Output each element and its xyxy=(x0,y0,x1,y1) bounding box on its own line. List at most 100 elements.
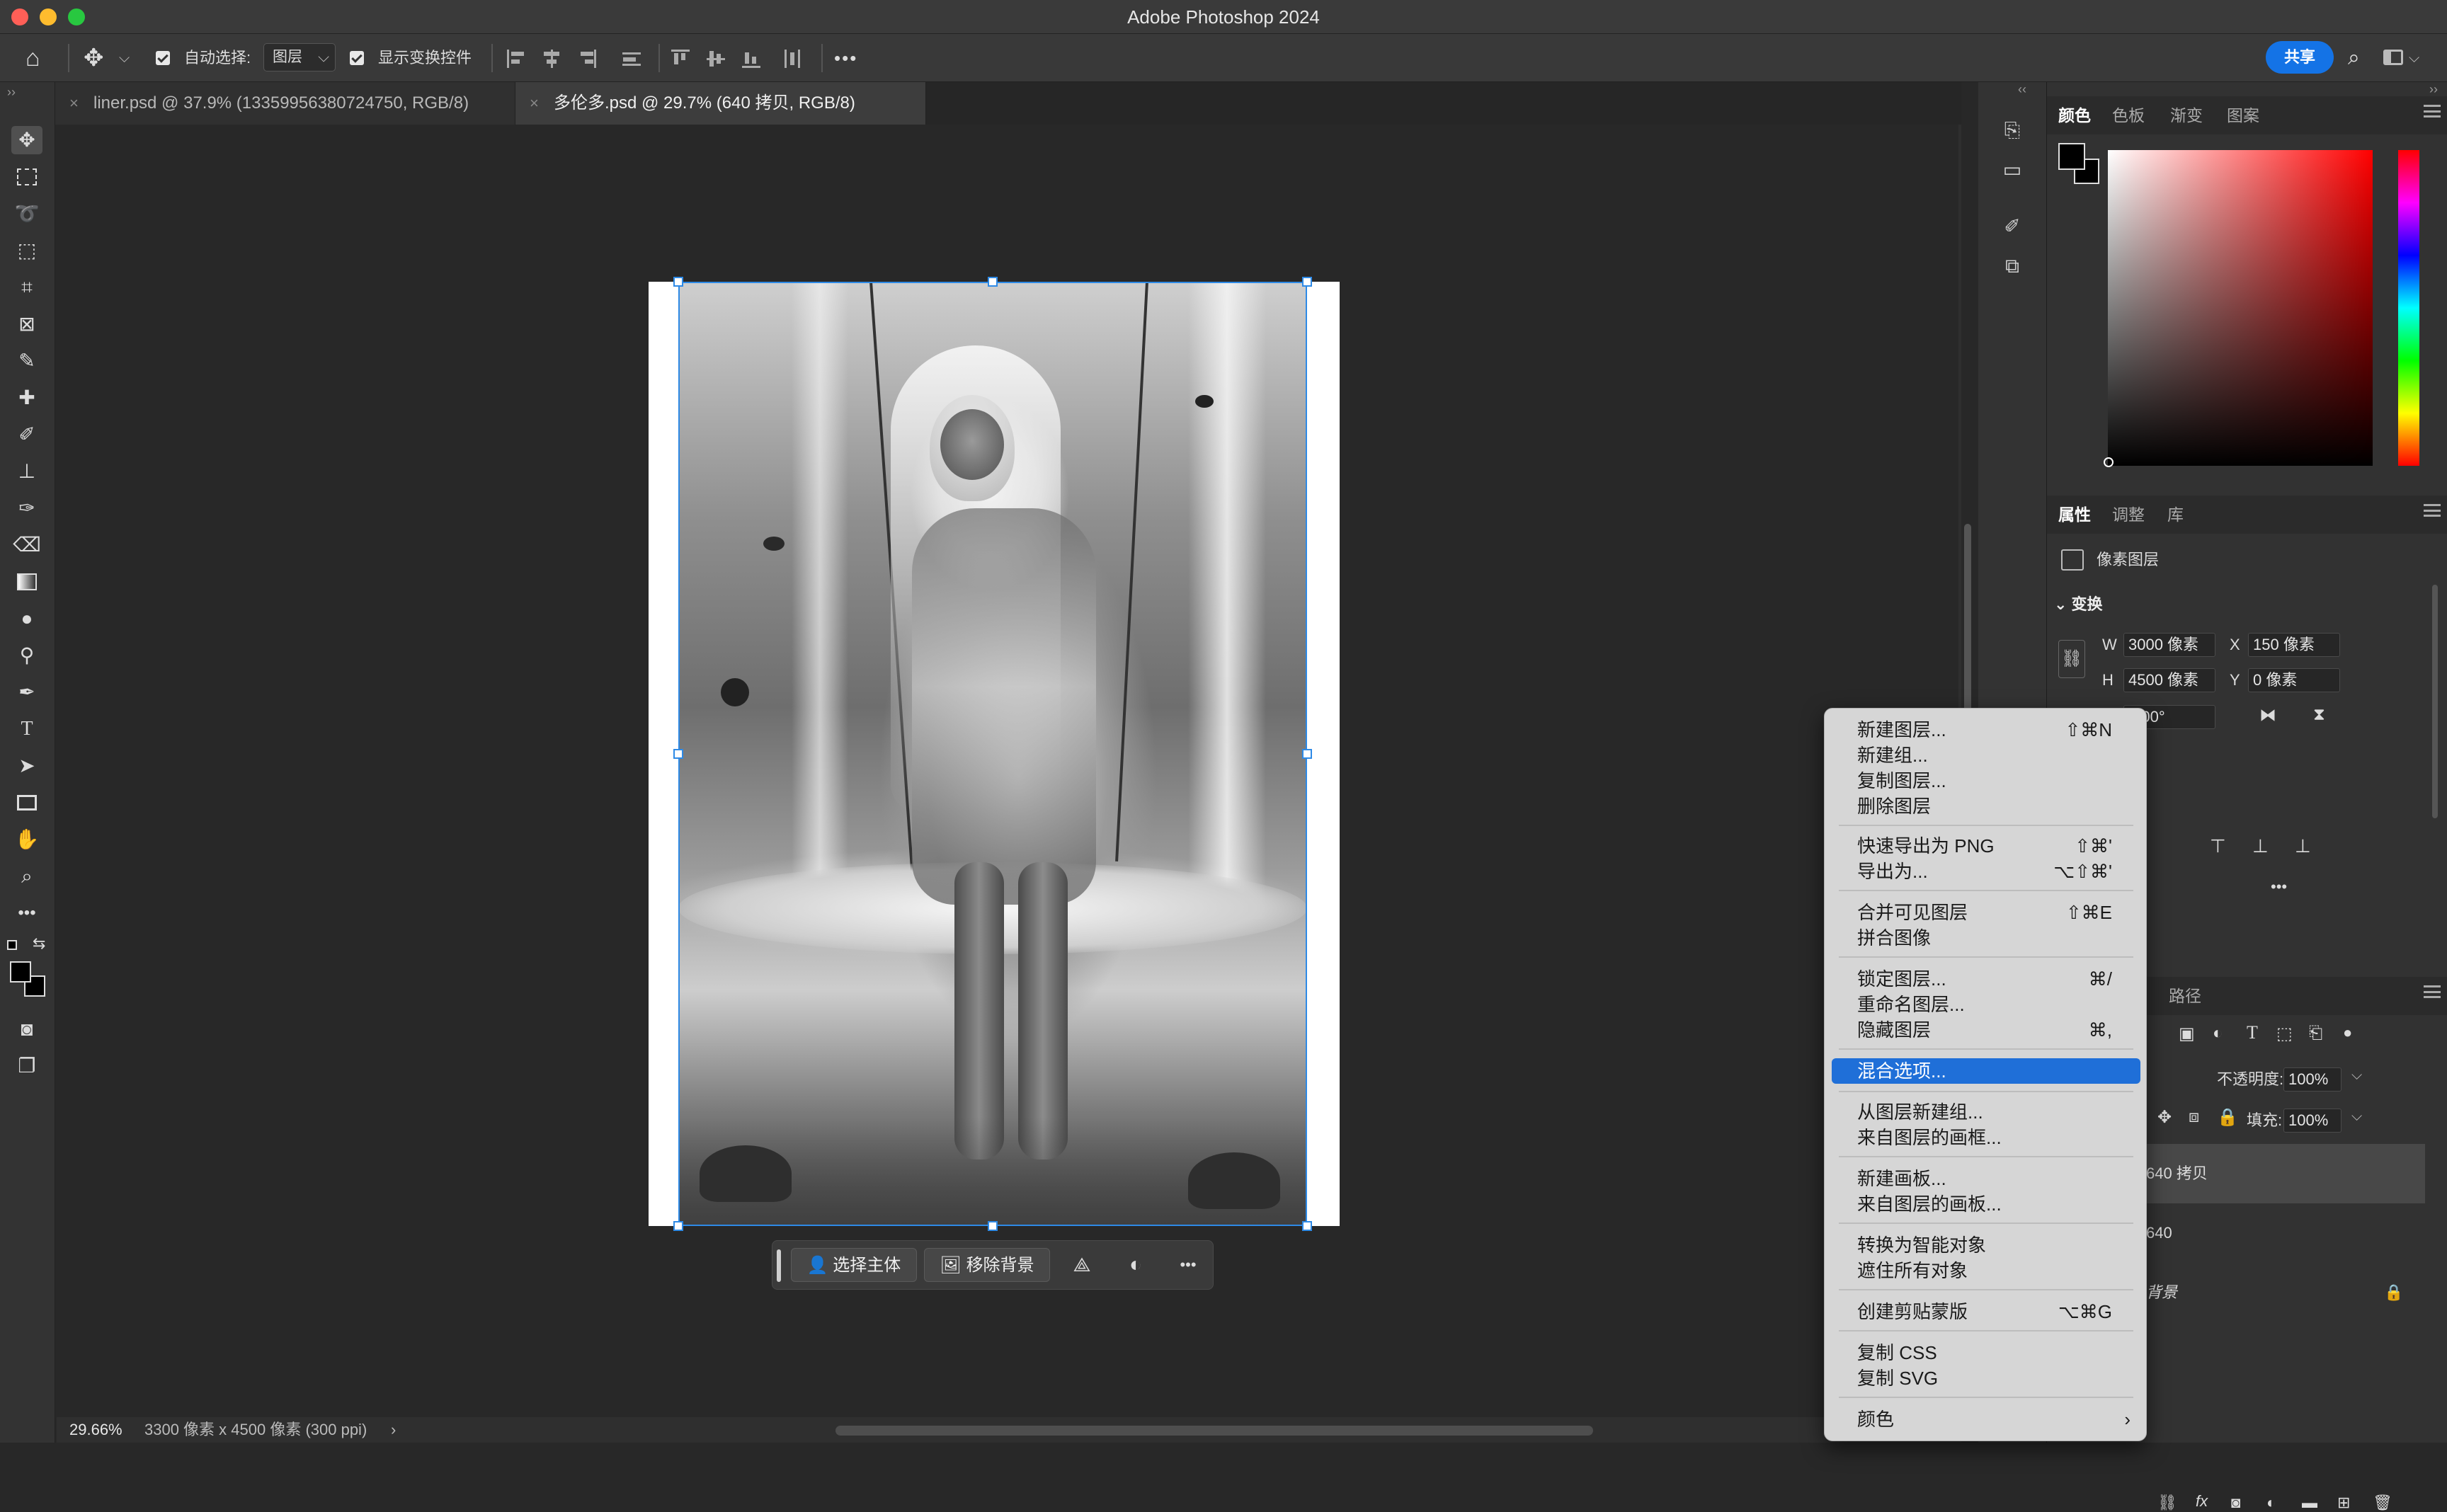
menu-item-quick-export[interactable]: 快速导出为 PNG ⇧⌘' xyxy=(1825,833,2147,859)
tab-properties[interactable]: 属性 xyxy=(2058,496,2091,534)
new-adjustment-icon[interactable]: ◐ xyxy=(2266,1494,2276,1512)
panel-menu-icon[interactable] xyxy=(2424,504,2441,517)
align-top-icon[interactable] xyxy=(671,50,690,68)
filter-type-icon[interactable]: T xyxy=(2247,1022,2258,1043)
menu-item-convert-smart-object[interactable]: 转换为智能对象 xyxy=(1825,1232,2147,1258)
transform-icon[interactable]: ⟁ xyxy=(1064,1248,1100,1282)
transform-handle[interactable] xyxy=(1302,1221,1312,1231)
quick-mask-icon[interactable]: ◙ xyxy=(11,1015,42,1043)
filter-adjustment-icon[interactable]: ◐ xyxy=(2213,1024,2223,1043)
transform-handle[interactable] xyxy=(1302,749,1312,759)
tab-toronto[interactable]: × 多伦多.psd @ 29.7% (640 拷贝, RGB/8) xyxy=(515,82,926,125)
marquee-tool-icon[interactable] xyxy=(11,163,42,191)
distribute-vertical-icon[interactable] xyxy=(783,50,802,68)
hand-tool-icon[interactable]: ✋ xyxy=(11,825,42,854)
tab-swatches[interactable]: 色板 xyxy=(2112,96,2145,134)
menu-item-clipping-mask[interactable]: 创建剪贴蒙版 ⌥⌘G xyxy=(1825,1299,2147,1324)
more-icon[interactable]: ••• xyxy=(2271,878,2287,896)
tab-color[interactable]: 颜色 xyxy=(2058,96,2091,134)
new-group-icon[interactable]: ▬ xyxy=(2302,1494,2317,1512)
menu-item-merge-visible[interactable]: 合并可见图层 ⇧⌘E xyxy=(1825,900,2147,925)
vertical-scrollbar[interactable] xyxy=(1964,524,1971,736)
align-vertical-center-icon[interactable] xyxy=(707,50,725,68)
comments-icon[interactable]: ▭ xyxy=(1994,154,2031,185)
chevron-down-icon[interactable]: ⌵ xyxy=(119,34,130,82)
transform-handle[interactable] xyxy=(673,277,683,287)
dodge-tool-icon[interactable]: ⚲ xyxy=(11,641,42,670)
menu-item-frame-from-layers[interactable]: 来自图层的画框... xyxy=(1825,1125,2147,1150)
link-layers-icon[interactable]: ⛓ xyxy=(2157,1494,2177,1512)
chevron-down-icon[interactable]: ⌵ xyxy=(2351,1109,2362,1125)
horizontal-scrollbar[interactable] xyxy=(835,1426,1593,1436)
new-layer-icon[interactable]: ⊞ xyxy=(2337,1494,2350,1512)
menu-item-mask-all-objects[interactable]: 遮住所有对象 xyxy=(1825,1258,2147,1283)
menu-item-delete-layer[interactable]: 删除图层 xyxy=(1825,794,2147,819)
tab-libraries[interactable]: 库 xyxy=(2167,496,2184,534)
frame-tool-icon[interactable]: ⊠ xyxy=(11,310,42,338)
transform-handle[interactable] xyxy=(988,1221,998,1231)
adjustments-icon[interactable]: ⧉ xyxy=(1994,251,2031,282)
eraser-tool-icon[interactable]: ⌫ xyxy=(11,531,42,559)
panel-menu-icon[interactable] xyxy=(2424,105,2441,118)
move-tool-icon[interactable]: ✥ xyxy=(11,126,42,154)
tab-liner[interactable]: × liner.psd @ 37.9% (13359956380724750, … xyxy=(55,82,515,125)
trash-icon[interactable]: 🗑 xyxy=(2373,1494,2392,1512)
opacity-field[interactable]: 100% xyxy=(2283,1067,2342,1092)
tab-close-icon[interactable]: × xyxy=(530,82,539,125)
lock-position-icon[interactable]: ✥ xyxy=(2157,1107,2172,1128)
menu-item-color[interactable]: 颜色 › xyxy=(1825,1407,2147,1432)
home-icon[interactable]: ⌂ xyxy=(25,34,40,82)
blur-tool-icon[interactable]: ● xyxy=(11,605,42,633)
transform-handle[interactable] xyxy=(1302,277,1312,287)
lock-artboard-icon[interactable]: ⧈ xyxy=(2189,1107,2199,1127)
width-field[interactable]: 3000 像素 xyxy=(2123,633,2215,657)
transform-handle[interactable] xyxy=(673,1221,683,1231)
screen-mode-icon[interactable]: ❐ xyxy=(11,1052,42,1080)
zoom-level[interactable]: 29.66% xyxy=(69,1417,122,1443)
edit-toolbar-icon[interactable]: ••• xyxy=(11,899,42,927)
workspace-icon[interactable] xyxy=(2383,50,2403,65)
select-subject-button[interactable]: 👤 选择主体 xyxy=(791,1248,917,1282)
zoom-tool-icon[interactable]: ⌕ xyxy=(11,862,42,890)
chevron-down-icon[interactable]: ⌵ xyxy=(2351,1067,2362,1084)
chevron-right-icon[interactable]: › xyxy=(391,1417,396,1443)
document-info[interactable]: 3300 像素 x 4500 像素 (300 ppi) xyxy=(144,1417,367,1443)
filter-smart-object-icon[interactable]: ⎗ xyxy=(2309,1024,2322,1043)
height-field[interactable]: 4500 像素 xyxy=(2123,668,2215,692)
auto-select-checkbox[interactable] xyxy=(156,34,170,82)
menu-item-lock-layers[interactable]: 锁定图层... ⌘/ xyxy=(1825,966,2147,992)
history-icon[interactable]: ⎘ xyxy=(1994,115,2031,146)
lasso-tool-icon[interactable]: ➰ xyxy=(11,200,42,228)
distribute-horizontal-icon[interactable] xyxy=(620,50,641,68)
align-bottom-icon[interactable] xyxy=(742,50,760,68)
align-right-icon[interactable] xyxy=(578,50,596,68)
show-transform-checkbox[interactable] xyxy=(350,34,364,82)
align-vertical-center-icon[interactable]: ⊥ xyxy=(2252,835,2269,857)
transform-handle[interactable] xyxy=(673,749,683,759)
layer-style-icon[interactable]: fx xyxy=(2196,1492,2208,1511)
color-field[interactable] xyxy=(2108,150,2373,466)
chevron-down-icon[interactable]: ⌵ xyxy=(2409,34,2419,82)
flip-horizontal-icon[interactable]: ⧓ xyxy=(2259,705,2276,726)
type-tool-icon[interactable]: T xyxy=(11,715,42,743)
crop-tool-icon[interactable]: ⌗ xyxy=(11,273,42,302)
brush-tool-icon[interactable]: ✐ xyxy=(11,420,42,449)
hue-slider[interactable] xyxy=(2398,150,2419,466)
menu-item-new-group[interactable]: 新建组... xyxy=(1825,743,2147,768)
add-mask-icon[interactable]: ◙ xyxy=(2231,1494,2240,1512)
default-colors-icon[interactable] xyxy=(7,940,17,950)
clone-stamp-tool-icon[interactable]: ⊥ xyxy=(11,457,42,486)
filter-toggle-icon[interactable]: ● xyxy=(2343,1024,2352,1042)
lock-icon[interactable]: 🔒 xyxy=(2384,1263,2403,1322)
flip-vertical-icon[interactable]: ⧗ xyxy=(2313,705,2325,725)
align-bottom-icon[interactable]: ⊥ xyxy=(2295,835,2311,857)
object-selection-tool-icon[interactable]: ⬚ xyxy=(11,236,42,265)
tab-patterns[interactable]: 图案 xyxy=(2227,96,2259,134)
remove-background-button[interactable]: 🖼 移除背景 xyxy=(924,1248,1050,1282)
pen-tool-icon[interactable]: ✒ xyxy=(11,678,42,706)
transform-section-toggle[interactable]: ⌄ 变换 xyxy=(2054,592,2103,614)
history-brush-tool-icon[interactable]: ✑ xyxy=(11,494,42,522)
tab-paths[interactable]: 路径 xyxy=(2169,977,2201,1015)
fill-field[interactable]: 100% xyxy=(2283,1109,2342,1133)
menu-item-new-artboard[interactable]: 新建画板... xyxy=(1825,1166,2147,1191)
